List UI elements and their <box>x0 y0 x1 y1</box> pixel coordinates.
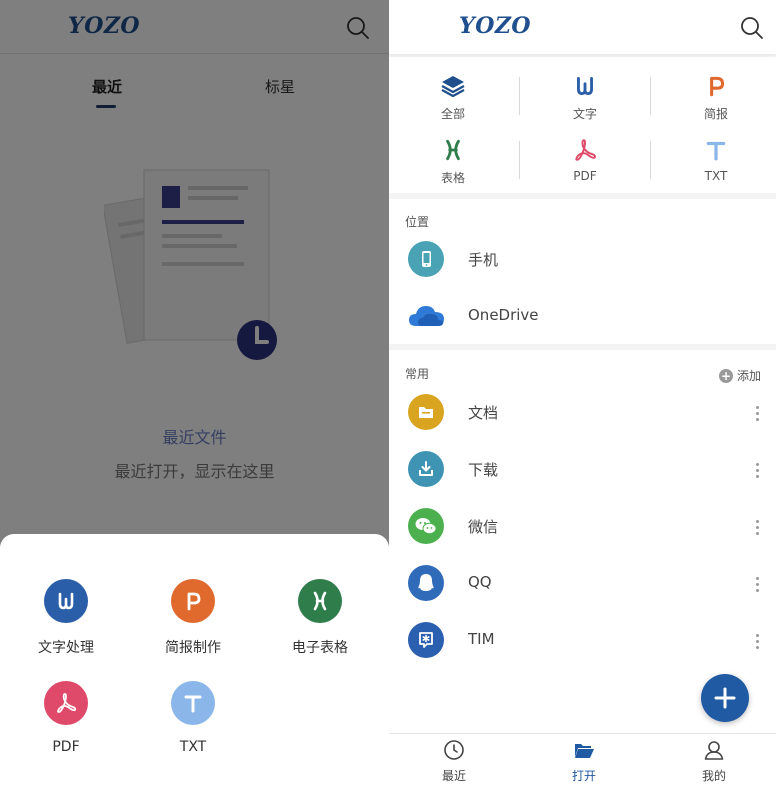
common-item-documents[interactable]: 文档 <box>389 384 776 441</box>
divider <box>650 141 651 179</box>
phone-icon <box>408 241 444 277</box>
open-screen: YOZO 全部 文字 简报 表格 PDF TXT 位置 手机 OneDrive … <box>389 0 776 785</box>
type-pdf[interactable]: PDF <box>545 135 625 183</box>
recent-screen: YOZO 最近 标星 最近文件 最近打开，显示在这里 <box>0 0 389 785</box>
app-logo: YOZO <box>459 13 532 39</box>
clock-icon <box>442 738 466 762</box>
search-icon[interactable] <box>739 15 765 41</box>
pdf-icon <box>44 681 88 725</box>
presentation-icon <box>171 579 215 623</box>
create-pdf-label: PDF <box>52 739 80 755</box>
nav-recent-label: 最近 <box>441 769 466 783</box>
common-section-title: 常用 <box>405 367 430 381</box>
create-spreadsheet-label: 电子表格 <box>292 640 348 656</box>
create-presentation-label: 简报制作 <box>165 640 221 656</box>
common-item-qq[interactable]: QQ <box>389 555 776 612</box>
type-txt-label: TXT <box>704 169 728 183</box>
common-item-label: 文档 <box>468 404 499 422</box>
nav-mine[interactable]: 我的 <box>674 738 754 784</box>
more-options-icon[interactable] <box>749 402 765 424</box>
add-fab-button[interactable] <box>701 674 749 722</box>
nav-open[interactable]: 打开 <box>544 738 624 784</box>
type-word[interactable]: 文字 <box>545 71 625 122</box>
presentation-icon <box>701 71 731 101</box>
common-item-downloads[interactable]: 下载 <box>389 441 776 498</box>
common-item-label: TIM <box>468 630 495 648</box>
create-document-sheet: 文字处理 简报制作 电子表格 PDF TXT <box>0 534 389 785</box>
folder-open-icon <box>572 738 596 762</box>
more-options-icon[interactable] <box>749 630 765 652</box>
add-label: 添加 <box>737 369 762 383</box>
location-section-title: 位置 <box>405 215 430 229</box>
divider <box>650 77 651 115</box>
txt-icon <box>171 681 215 725</box>
create-presentation-button[interactable]: 简报制作 <box>143 579 243 657</box>
wechat-icon <box>408 508 444 544</box>
nav-open-label: 打开 <box>571 769 596 783</box>
location-item-label: OneDrive <box>468 306 539 324</box>
type-word-label: 文字 <box>572 107 597 121</box>
spreadsheet-icon <box>438 135 468 165</box>
word-icon <box>44 579 88 623</box>
type-spreadsheet-label: 表格 <box>440 171 465 185</box>
word-icon <box>570 71 600 101</box>
plus-icon: + <box>719 368 733 383</box>
create-spreadsheet-button[interactable]: 电子表格 <box>270 579 370 657</box>
txt-icon <box>701 135 731 165</box>
create-pdf-button[interactable]: PDF <box>16 681 116 755</box>
type-presentation-label: 简报 <box>703 107 728 121</box>
type-presentation[interactable]: 简报 <box>676 71 756 122</box>
common-item-label: 下载 <box>468 461 499 479</box>
more-options-icon[interactable] <box>749 459 765 481</box>
cloud-icon <box>408 298 446 334</box>
create-txt-label: TXT <box>179 739 207 755</box>
more-options-icon[interactable] <box>749 516 765 538</box>
location-item-phone[interactable]: 手机 <box>389 231 776 288</box>
location-section: 位置 手机 OneDrive <box>389 199 776 344</box>
layers-icon <box>438 71 468 101</box>
top-bar: YOZO <box>389 0 776 54</box>
add-common-button[interactable]: + 添加 <box>719 367 761 384</box>
nav-mine-label: 我的 <box>701 769 726 783</box>
type-all[interactable]: 全部 <box>413 71 493 122</box>
location-item-onedrive[interactable]: OneDrive <box>389 288 776 345</box>
bottom-navigation: 最近 打开 我的 <box>389 733 776 785</box>
download-icon <box>408 451 444 487</box>
create-txt-button[interactable]: TXT <box>143 681 243 755</box>
qq-icon <box>408 565 444 601</box>
common-item-label: 微信 <box>468 518 499 536</box>
location-item-label: 手机 <box>468 251 499 269</box>
tim-icon <box>408 622 444 658</box>
divider <box>519 141 520 179</box>
common-item-label: QQ <box>468 573 492 591</box>
common-item-wechat[interactable]: 微信 <box>389 498 776 555</box>
type-pdf-label: PDF <box>573 169 597 183</box>
more-options-icon[interactable] <box>749 573 765 595</box>
create-word-button[interactable]: 文字处理 <box>16 579 116 657</box>
plus-icon <box>714 687 736 709</box>
divider <box>519 77 520 115</box>
type-spreadsheet[interactable]: 表格 <box>413 135 493 186</box>
nav-recent[interactable]: 最近 <box>414 738 494 784</box>
pdf-icon <box>570 135 600 165</box>
common-item-tim[interactable]: TIM <box>389 612 776 669</box>
create-word-label: 文字处理 <box>38 640 94 656</box>
folder-icon <box>408 394 444 430</box>
type-all-label: 全部 <box>440 107 465 121</box>
type-txt[interactable]: TXT <box>676 135 756 183</box>
file-type-filter: 全部 文字 简报 表格 PDF TXT <box>389 57 776 193</box>
spreadsheet-icon <box>298 579 342 623</box>
user-icon <box>702 738 726 762</box>
